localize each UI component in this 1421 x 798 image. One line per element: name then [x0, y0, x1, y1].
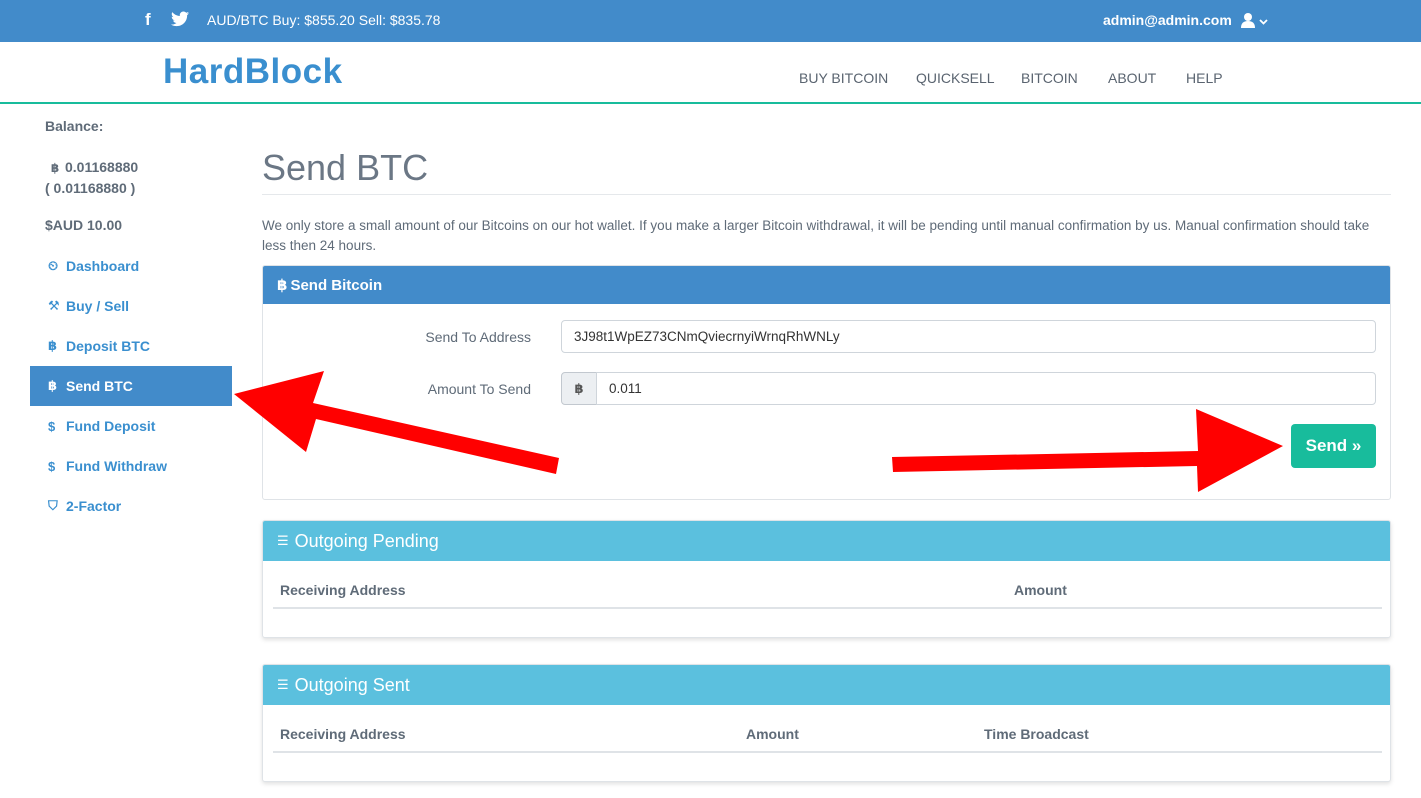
sidebar-item-label: Send BTC: [66, 378, 133, 394]
table-header-divider: [273, 607, 1382, 609]
nav-help[interactable]: HELP: [1186, 70, 1223, 86]
nav-about[interactable]: ABOUT: [1108, 70, 1156, 86]
list-icon: ☰: [277, 533, 289, 548]
sidebar-item-label: Buy / Sell: [66, 298, 130, 314]
column-receiving-address: Receiving Address: [280, 582, 406, 598]
dollar-icon: $: [48, 418, 56, 434]
btc-balance-value: 0.01168880: [65, 159, 139, 175]
user-menu-icon[interactable]: [1240, 11, 1270, 31]
outgoing-pending-panel: ☰ Outgoing Pending Receiving Address Amo…: [262, 520, 1391, 638]
list-icon: ☰: [277, 677, 289, 692]
outgoing-sent-heading: ☰ Outgoing Sent: [263, 665, 1390, 705]
bitcoin-icon: ฿: [48, 338, 58, 353]
sidebar-item-label: 2-Factor: [66, 498, 122, 514]
outgoing-sent-heading-text: Outgoing Sent: [294, 674, 410, 695]
sidebar-item-buy-sell[interactable]: ⚒ Buy / Sell: [30, 286, 232, 326]
send-bitcoin-heading-text: Send Bitcoin: [290, 276, 383, 294]
send-to-address-input[interactable]: 3J98t1WpEZ73CNmQviecrnyiWrnqRhWNLy: [561, 320, 1376, 353]
send-button[interactable]: Send »: [1291, 424, 1376, 468]
column-time-broadcast: Time Broadcast: [984, 726, 1089, 742]
brand-logo[interactable]: HardBlock: [163, 52, 343, 92]
sidebar-item-label: Fund Withdraw: [66, 458, 167, 474]
sidebar-item-dashboard[interactable]: ⏲ Dashboard: [30, 246, 232, 286]
user-email[interactable]: admin@admin.com: [1103, 12, 1232, 28]
column-receiving-address: Receiving Address: [280, 726, 406, 742]
table-header-divider: [273, 751, 1382, 753]
title-divider: [262, 194, 1391, 195]
facebook-icon[interactable]: f: [145, 10, 151, 30]
btc-balance-paren: ( 0.01168880 ): [45, 180, 136, 196]
shield-icon: ⛉: [48, 498, 58, 513]
bitcoin-addon-icon: ฿: [561, 372, 597, 405]
column-amount: Amount: [746, 726, 799, 742]
sidebar-item-2-factor[interactable]: ⛉ 2-Factor: [30, 486, 232, 526]
dashboard-icon: ⏲: [48, 258, 59, 273]
page-title: Send BTC: [262, 147, 429, 188]
amount-to-send-label: Amount To Send: [427, 381, 531, 397]
sidebar-item-send-btc[interactable]: ฿ Send BTC: [30, 366, 232, 406]
outgoing-sent-panel: ☰ Outgoing Sent Receiving Address Amount…: [262, 664, 1391, 782]
send-bitcoin-heading: ฿ Send Bitcoin: [263, 266, 1390, 304]
send-bitcoin-panel: ฿ Send Bitcoin Send To Address 3J98t1WpE…: [262, 265, 1391, 500]
btc-balance: ฿ 0.01168880 ( 0.01168880 ): [45, 157, 138, 198]
send-to-address-label: Send To Address: [425, 329, 531, 345]
main-navbar: HardBlock BUY BITCOIN QUICKSELL BITCOIN …: [0, 42, 1421, 104]
sidebar-item-fund-deposit[interactable]: $ Fund Deposit: [30, 406, 232, 446]
sidebar-item-label: Deposit BTC: [66, 338, 150, 354]
gavel-icon: ⚒: [48, 298, 60, 313]
nav-buy-bitcoin[interactable]: BUY BITCOIN: [799, 70, 888, 86]
sidebar-item-label: Dashboard: [66, 258, 140, 274]
bitcoin-icon: ฿: [277, 277, 288, 294]
dollar-icon: $: [48, 458, 56, 474]
bitcoin-icon: ฿: [48, 378, 58, 393]
page-description: We only store a small amount of our Bitc…: [262, 218, 1370, 253]
aud-balance: $AUD 10.00: [45, 217, 123, 233]
outgoing-pending-heading-text: Outgoing Pending: [294, 530, 439, 551]
nav-bitcoin[interactable]: BITCOIN: [1021, 70, 1078, 86]
bitcoin-icon: ฿: [50, 161, 60, 175]
sidebar-item-label: Fund Deposit: [66, 418, 156, 434]
sidebar-item-deposit-btc[interactable]: ฿ Deposit BTC: [30, 326, 232, 366]
sidebar-item-fund-withdraw[interactable]: $ Fund Withdraw: [30, 446, 232, 486]
balance-label: Balance:: [45, 118, 104, 134]
twitter-icon[interactable]: [171, 11, 189, 27]
nav-quicksell[interactable]: QUICKSELL: [916, 70, 995, 86]
column-amount: Amount: [1014, 582, 1067, 598]
amount-to-send-input[interactable]: 0.011: [596, 372, 1376, 405]
price-ticker: AUD/BTC Buy: $855.20 Sell: $835.78: [207, 12, 441, 28]
outgoing-pending-heading: ☰ Outgoing Pending: [263, 521, 1390, 561]
top-bar: f AUD/BTC Buy: $855.20 Sell: $835.78 adm…: [0, 0, 1421, 42]
